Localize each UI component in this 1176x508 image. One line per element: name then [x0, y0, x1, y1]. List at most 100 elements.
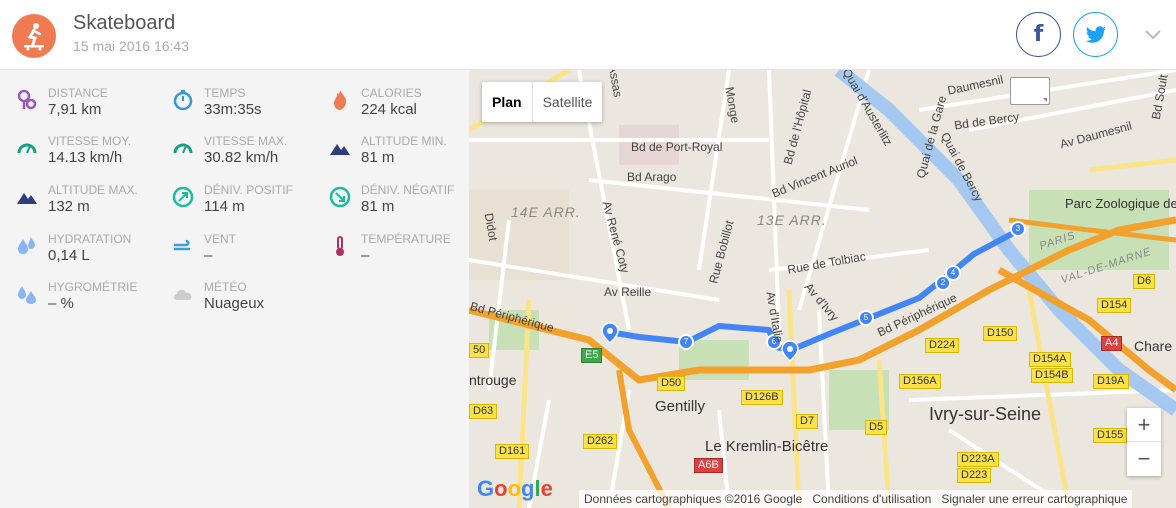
stat-value: 33m:35s: [204, 101, 262, 118]
stat-label: Température: [361, 232, 451, 246]
stat-label: Altitude min.: [361, 134, 447, 148]
stat-altitude-min: Altitude min. 81 m: [329, 134, 479, 176]
stat-value: 81 m: [361, 198, 395, 215]
road-number-badge: D224: [925, 338, 960, 353]
road-number-badge: D154B: [1031, 368, 1073, 383]
stat-label: Vent: [204, 232, 237, 246]
stat-value: 114 m: [204, 198, 245, 215]
stat-temps: Temps 33m:35s: [172, 86, 322, 128]
speedometer-icon: [173, 143, 193, 154]
city-label: Gentilly: [655, 398, 706, 415]
report-error-link[interactable]: Signaler une erreur cartographique: [936, 492, 1132, 506]
stat-value: 81 m: [361, 149, 395, 166]
thermometer-icon: [336, 236, 344, 256]
road-number-badge: D126B: [741, 390, 783, 405]
zoom-out-button[interactable]: −: [1127, 442, 1161, 476]
route-marker[interactable]: 3: [1010, 221, 1026, 237]
fullscreen-icon: [1043, 98, 1047, 102]
street-label: Bd Arago: [627, 170, 677, 184]
district-label: 13E ARR.: [757, 212, 827, 228]
route-marker[interactable]: 7: [678, 334, 694, 350]
road-number-badge: D161: [495, 444, 530, 459]
stat-label: Altitude max.: [48, 183, 138, 197]
road-number-badge: D63: [469, 404, 498, 419]
map-attribution: Données cartographiques ©2016 Google Con…: [579, 490, 1133, 508]
street-label: Bd de Port-Royal: [631, 140, 723, 154]
twitter-icon: [1085, 25, 1106, 43]
map-data-credit: Données cartographiques ©2016 Google: [584, 492, 803, 506]
district-label: 14E ARR.: [511, 204, 581, 220]
road-number-badge: D154A: [1029, 352, 1071, 367]
map-type-plan-button[interactable]: Plan: [482, 82, 533, 122]
humidity-icon: [18, 286, 36, 304]
stat-value: Nuageux: [204, 295, 265, 312]
cloud-icon: [174, 289, 192, 300]
stat-vent: Vent –: [172, 232, 322, 274]
stat-label: Hygrométrie: [48, 280, 138, 294]
stat-label: Temps: [204, 86, 246, 100]
stopwatch-icon: [173, 90, 193, 111]
stat-label: Hydratation: [48, 232, 132, 246]
stat-vitesse-max: Vitesse max. 30.82 km/h: [172, 134, 322, 176]
activity-date: 15 mai 2016 16:43: [73, 38, 189, 54]
stat-label: Météo: [204, 280, 247, 294]
road-number-badge: A4: [1101, 336, 1123, 351]
stat-distance: Distance 7,91 km: [16, 86, 166, 128]
route-marker[interactable]: 2: [935, 275, 951, 291]
route-end-pin-icon[interactable]: [781, 340, 799, 362]
stat-hygrométrie: Hygrométrie – %: [16, 280, 166, 322]
road-number-badge: D155: [1093, 428, 1128, 443]
map-type-control: Plan Satellite: [482, 82, 603, 122]
water-drops-icon: [18, 237, 35, 254]
facebook-share-button[interactable]: f: [1016, 12, 1061, 57]
stat-label: Vitesse max.: [204, 134, 288, 148]
road-number-badge: D6: [1133, 274, 1156, 289]
road-number-badge: D154: [1097, 298, 1132, 313]
stat-altitude-max: Altitude max. 132 m: [16, 183, 166, 225]
road-number-badge: D156A: [899, 374, 941, 389]
route-marker[interactable]: 5: [858, 310, 874, 326]
activity-header: Skateboard 15 mai 2016 16:43 f: [0, 0, 1176, 70]
city-label: Chare: [1134, 338, 1173, 354]
road-number-badge: D5: [865, 420, 888, 435]
wind-icon: [174, 239, 190, 251]
city-label: Le Kremlin-Bicêtre: [705, 438, 829, 455]
road-number-badge: D262: [583, 434, 618, 449]
route-map[interactable]: 3 4 2 5 6 7 Assas Bd de Port-Royal Monge…: [469, 70, 1176, 508]
ascent-icon: [172, 186, 194, 208]
stat-label: Déniv. positif: [204, 183, 293, 197]
stat-label: Calories: [361, 86, 422, 100]
stat-météo: Météo Nuageux: [172, 280, 322, 322]
street-label: Av Reille: [604, 285, 652, 299]
activity-title: Skateboard: [73, 12, 176, 34]
road-number-badge: D223A: [957, 452, 999, 467]
stat-hydratation: Hydratation 0,14 L: [16, 232, 166, 274]
map-type-satellite-button[interactable]: Satellite: [533, 82, 603, 122]
mountain-icon: [17, 193, 37, 204]
twitter-share-button[interactable]: [1073, 12, 1118, 57]
stat-value: 0,14 L: [48, 247, 90, 264]
stat-déniv-positif: Déniv. positif 114 m: [172, 183, 322, 225]
stat-value: – %: [48, 295, 74, 312]
stat-value: –: [204, 247, 213, 264]
stat-déniv-négatif: Déniv. négatif 81 m: [329, 183, 479, 225]
terms-link[interactable]: Conditions d'utilisation: [807, 492, 936, 506]
google-logo[interactable]: Google: [477, 476, 553, 502]
stats-panel: Distance 7,91 km Temps 33m:35s Calories 224 k…: [0, 70, 469, 508]
stat-value: 132 m: [48, 198, 90, 215]
descent-icon: [329, 186, 351, 208]
road-number-badge: E5: [581, 348, 603, 363]
road-number-badge: D19A: [1093, 374, 1129, 389]
chevron-down-icon[interactable]: [1141, 24, 1165, 44]
road-number-badge: A6B: [694, 458, 723, 473]
route-start-pin-icon[interactable]: [601, 322, 619, 344]
stat-value: 7,91 km: [48, 101, 102, 118]
zoom-in-button[interactable]: +: [1127, 408, 1161, 442]
city-label: Ivry-sur-Seine: [929, 404, 1042, 424]
stat-label: Déniv. négatif: [361, 183, 455, 197]
speedometer-icon: [17, 143, 37, 154]
fullscreen-button[interactable]: [1010, 77, 1050, 105]
road-number-badge: D50: [657, 376, 686, 391]
road-number-badge: D223: [957, 468, 992, 483]
mountain-icon: [330, 144, 350, 155]
